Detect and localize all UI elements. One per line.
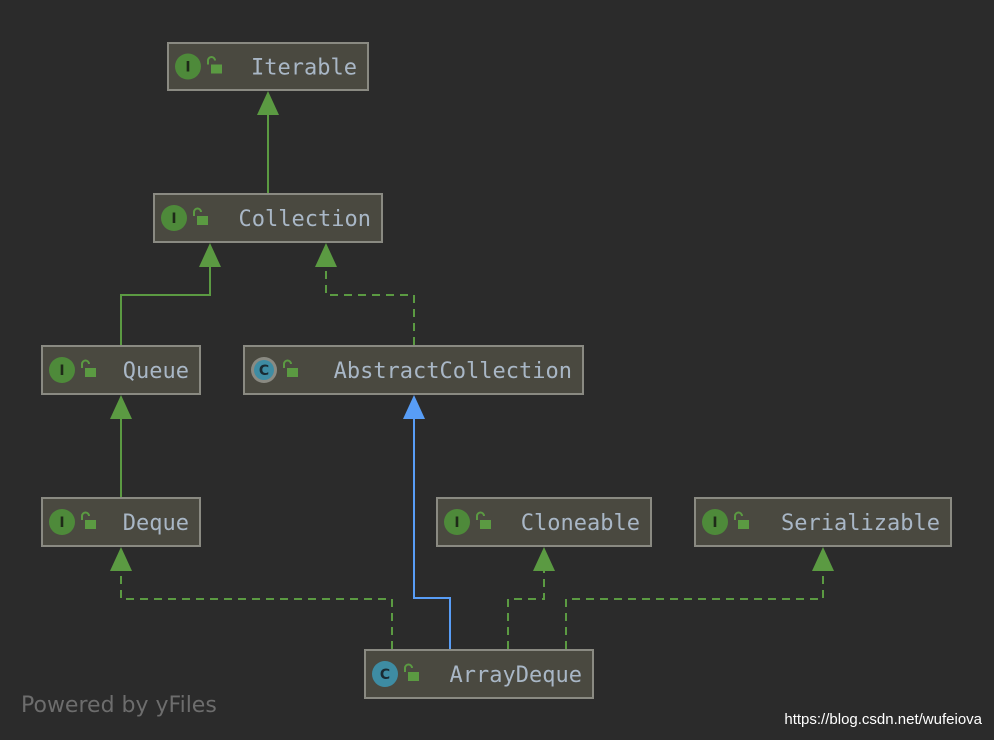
edge-deque-to-queue <box>110 395 132 497</box>
node-label: Queue <box>123 359 189 384</box>
edge-abstractcollection-to-collection <box>315 243 415 345</box>
edge-collection-to-iterable <box>257 91 279 193</box>
svg-text:I: I <box>185 60 190 76</box>
node-collection[interactable]: I Collection <box>153 193 383 243</box>
node-iterable[interactable]: I Iterable <box>167 42 369 91</box>
node-label: ArrayDeque <box>450 663 582 688</box>
interface-badge-icon: I <box>49 509 75 535</box>
node-label: Iterable <box>251 56 357 81</box>
node-label: AbstractCollection <box>334 359 572 384</box>
node-deque[interactable]: I Deque <box>41 497 201 547</box>
svg-text:C: C <box>380 667 390 683</box>
arrowhead-icon <box>199 243 221 267</box>
interface-badge-icon: I <box>49 357 75 383</box>
class-badge-icon: C <box>251 357 277 383</box>
node-serializable[interactable]: I Serializable <box>694 497 952 547</box>
svg-text:I: I <box>712 515 717 531</box>
node-label: Cloneable <box>521 511 640 536</box>
arrowhead-icon <box>110 395 132 419</box>
class-badge-icon: C <box>372 661 398 687</box>
arrowhead-icon <box>812 547 834 571</box>
uml-diagram: I Iterable I Collection I Queue C AbstractColle… <box>0 0 994 740</box>
edge-arraydeque-to-deque <box>110 547 393 649</box>
interface-badge-icon: I <box>444 509 470 535</box>
interface-badge-icon: I <box>702 509 728 535</box>
node-label: Collection <box>239 207 371 232</box>
edge-arraydeque-to-cloneable <box>507 547 555 649</box>
watermark: https://blog.csdn.net/wufeiova <box>784 711 982 728</box>
arrowhead-icon <box>403 395 425 419</box>
node-abstractcollection[interactable]: C AbstractCollection <box>243 345 584 395</box>
arrowhead-icon <box>533 547 555 571</box>
svg-text:I: I <box>171 211 176 227</box>
node-label: Serializable <box>781 511 940 536</box>
node-cloneable[interactable]: I Cloneable <box>436 497 652 547</box>
interface-badge-icon: I <box>161 205 187 231</box>
powered-by-label: Powered by yFiles <box>21 693 217 718</box>
node-queue[interactable]: I Queue <box>41 345 201 395</box>
svg-text:C: C <box>259 363 269 379</box>
arrowhead-icon <box>257 91 279 115</box>
node-arraydeque[interactable]: C ArrayDeque <box>364 649 594 699</box>
edge-queue-to-collection <box>120 243 221 345</box>
diagram-svg: I Iterable I Collection I Queue C AbstractColle… <box>41 42 952 699</box>
node-label: Deque <box>123 511 189 536</box>
interface-badge-icon: I <box>175 53 201 80</box>
svg-text:I: I <box>59 363 64 379</box>
svg-text:I: I <box>454 515 459 531</box>
svg-text:I: I <box>59 515 64 531</box>
arrowhead-icon <box>315 243 337 267</box>
edge-arraydeque-to-serializable <box>565 547 834 649</box>
arrowhead-icon <box>110 547 132 571</box>
